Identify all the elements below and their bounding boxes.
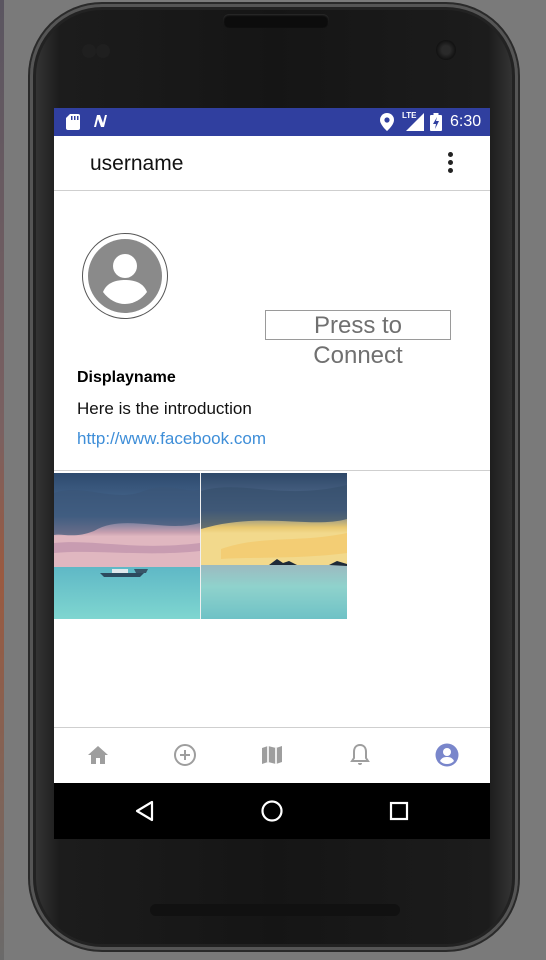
app-screen: LTE 6:30 username Press to Connect Displ…: [54, 108, 490, 839]
nav-home-button[interactable]: [85, 742, 111, 768]
sunset-island-photo: [201, 473, 347, 619]
back-icon: [135, 800, 154, 822]
sensor-dot: [96, 44, 110, 58]
location-icon: [380, 113, 394, 131]
earpiece-speaker: [223, 14, 329, 28]
gallery-image-sunset-island[interactable]: [200, 473, 347, 619]
recents-icon: [389, 801, 409, 821]
status-time: 6:30: [450, 113, 482, 130]
display-name: Displayname: [77, 369, 176, 386]
gallery-image-beach-boat[interactable]: [54, 473, 200, 619]
account-circle-icon: [88, 239, 162, 313]
profile-icon: [435, 743, 459, 767]
background-edge: [0, 0, 4, 960]
connect-button[interactable]: Press to Connect: [265, 310, 451, 369]
beach-boat-photo: [54, 473, 200, 619]
page-title: username: [90, 152, 184, 175]
home-circle-icon: [261, 800, 283, 822]
system-navigation-bar: [54, 783, 490, 839]
app-bar: username: [54, 136, 490, 191]
bottom-speaker: [150, 904, 400, 916]
sd-card-icon: [66, 114, 80, 130]
bottom-navigation: [54, 727, 490, 784]
sensor-dot: [82, 44, 96, 58]
system-back-button[interactable]: [132, 798, 158, 824]
n-notification-icon: [94, 115, 107, 127]
avatar[interactable]: [82, 233, 168, 319]
section-divider: [54, 470, 490, 471]
system-recents-button[interactable]: [386, 798, 412, 824]
home-icon: [88, 746, 108, 764]
profile-link[interactable]: http://www.facebook.com: [77, 429, 266, 449]
nav-map-button[interactable]: [259, 742, 285, 768]
lte-signal-icon: LTE: [402, 111, 426, 132]
status-bar: LTE 6:30: [54, 108, 490, 136]
battery-charging-icon: [430, 113, 442, 131]
introduction-text: Here is the introduction: [77, 399, 252, 418]
system-home-button[interactable]: [259, 798, 285, 824]
front-camera: [436, 40, 456, 60]
nav-add-button[interactable]: [172, 742, 198, 768]
map-icon: [262, 746, 282, 764]
more-vert-icon[interactable]: [442, 150, 458, 178]
add-circle-icon: [174, 744, 196, 766]
bell-icon: [350, 743, 370, 765]
nav-notifications-button[interactable]: [347, 742, 373, 768]
nav-profile-button[interactable]: [434, 742, 460, 768]
